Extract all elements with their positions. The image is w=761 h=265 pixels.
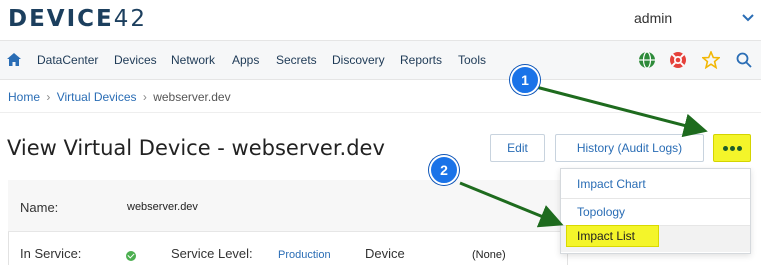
step-badge-1: 1 — [510, 65, 540, 95]
arrow-2 — [459, 181, 564, 228]
arrow-1 — [535, 85, 708, 138]
annotation-arrows — [459, 85, 708, 228]
step-badge-2: 2 — [429, 155, 459, 185]
